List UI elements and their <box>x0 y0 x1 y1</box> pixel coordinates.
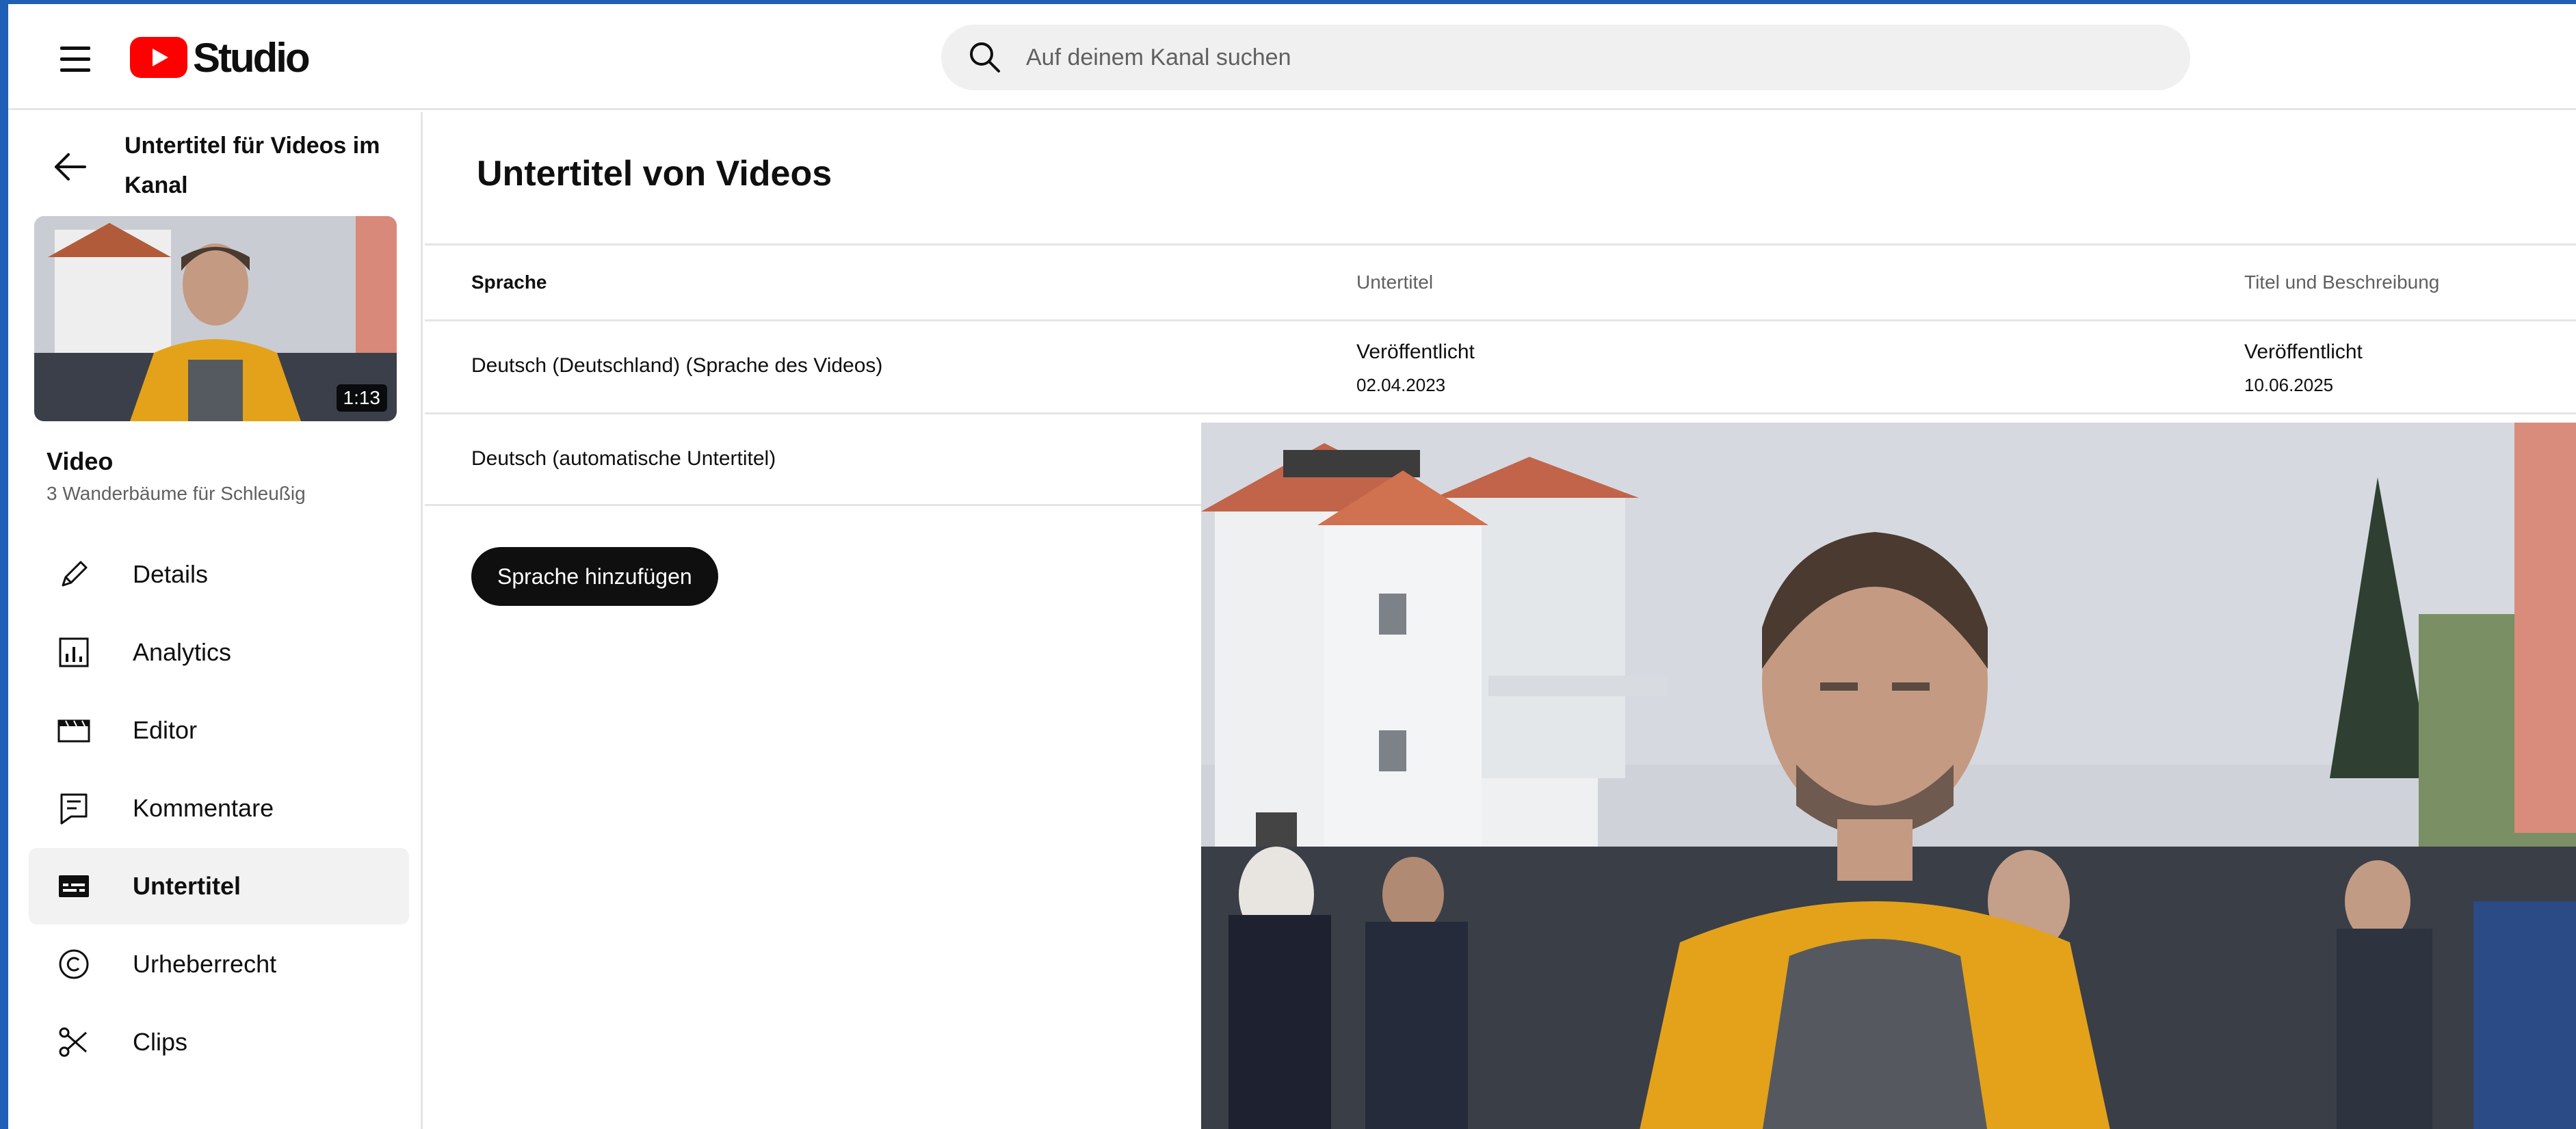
sidebar-item-label: Kommentare <box>133 794 274 822</box>
sidebar-item-analytics[interactable]: Analytics <box>29 614 409 691</box>
clapperboard-icon <box>56 713 92 748</box>
subtitles-date: 02.04.2023 <box>1356 375 1446 395</box>
subtitles-icon <box>56 868 92 904</box>
copyright-icon <box>56 946 92 982</box>
table-row[interactable]: Deutsch (Deutschland) (Sprache des Video… <box>425 321 2576 414</box>
column-header-title-description: Titel und Beschreibung <box>2244 271 2440 293</box>
sidebar-nav: Details Analytics Editor Kommentare Unte… <box>29 536 409 1082</box>
video-preview[interactable] <box>1201 423 2576 1129</box>
subtitles-status[interactable]: Veröffentlicht <box>1356 341 1475 364</box>
menu-icon[interactable] <box>51 38 98 79</box>
meta-date: 10.06.2025 <box>2244 375 2334 395</box>
language-cell: Deutsch (automatische Untertitel) <box>471 447 776 470</box>
sidebar-item-label: Details <box>133 560 209 588</box>
section-label: Video <box>47 447 114 475</box>
studio-logo[interactable]: Studio <box>130 33 311 82</box>
scissors-icon <box>56 1024 92 1060</box>
add-language-button[interactable]: Sprache hinzufügen <box>471 547 718 606</box>
video-title: 3 Wanderbäume für Schleußig <box>47 483 306 504</box>
comment-icon <box>56 791 92 826</box>
top-bar: Studio <box>8 4 2576 110</box>
column-header-language: Sprache <box>471 271 547 293</box>
page-title: Untertitel von Videos <box>477 154 832 194</box>
search-bar[interactable] <box>941 25 2190 90</box>
sidebar-item-label: Analytics <box>133 638 232 666</box>
back-title: Untertitel für Videos im Kanal <box>124 133 380 198</box>
video-frame-image <box>1201 423 2576 1129</box>
sidebar-item-comments[interactable]: Kommentare <box>29 770 409 847</box>
sidebar: Untertitel für Videos im Kanal 1:13 Vide… <box>8 112 423 1129</box>
analytics-icon <box>56 635 92 670</box>
logo-text: Studio <box>193 34 311 81</box>
sidebar-item-clips[interactable]: Clips <box>29 1004 409 1080</box>
pencil-icon <box>56 557 92 592</box>
sidebar-item-editor[interactable]: Editor <box>29 692 409 769</box>
search-input[interactable] <box>1026 44 2052 71</box>
meta-status[interactable]: Veröffentlicht <box>2244 341 2363 364</box>
video-thumbnail[interactable]: 1:13 <box>34 216 397 421</box>
sidebar-item-label: Urheberrecht <box>133 950 277 978</box>
sidebar-item-label: Untertitel <box>133 872 241 900</box>
sidebar-item-label: Editor <box>133 716 198 744</box>
youtube-play-icon <box>130 37 187 78</box>
video-duration: 1:13 <box>336 384 387 412</box>
app-window: Studio Untertitel für Videos im Kanal <box>0 0 2576 1129</box>
table-header: Sprache Untertitel Titel und Beschreibun… <box>425 243 2576 321</box>
column-header-subtitles: Untertitel <box>1356 271 1434 293</box>
sidebar-item-details[interactable]: Details <box>29 536 409 613</box>
language-cell: Deutsch (Deutschland) (Sprache des Video… <box>471 354 883 377</box>
search-icon[interactable] <box>966 38 1004 77</box>
sidebar-item-subtitles[interactable]: Untertitel <box>29 848 409 925</box>
sidebar-item-copyright[interactable]: Urheberrecht <box>29 926 409 1002</box>
back-arrow-icon[interactable] <box>42 140 97 194</box>
sidebar-item-label: Clips <box>133 1028 188 1056</box>
